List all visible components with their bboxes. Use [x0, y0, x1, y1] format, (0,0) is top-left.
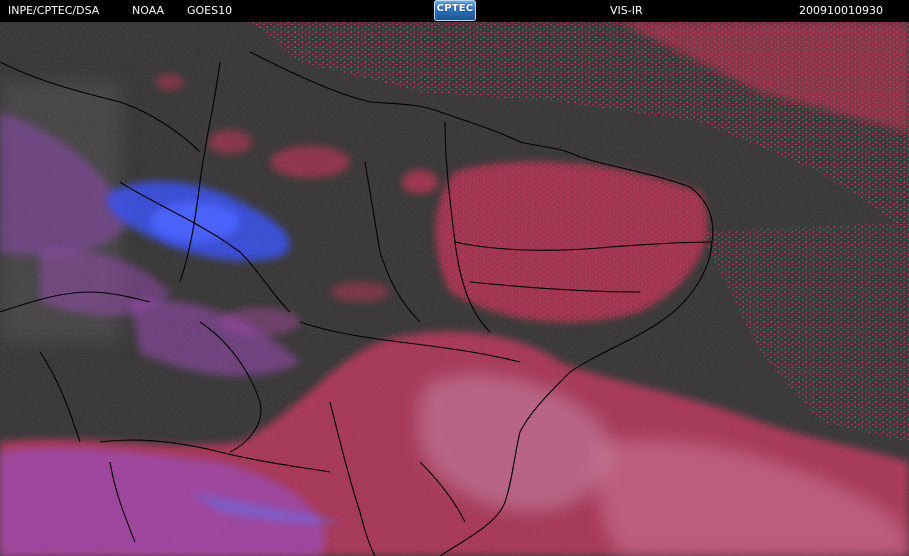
noaa-label: NOAA [132, 4, 165, 17]
satellite-image-svg [0, 22, 909, 556]
satellite-label: GOES10 [187, 4, 233, 17]
cptec-logo-icon: CPTEC [434, 0, 476, 21]
header-bar: INPE/CPTEC/DSA NOAA GOES10 CPTEC VIS-IR … [0, 0, 909, 22]
timestamp-label: 200910010930 [799, 4, 883, 17]
channel-label: VIS-IR [610, 4, 643, 17]
satellite-viewer: INPE/CPTEC/DSA NOAA GOES10 CPTEC VIS-IR … [0, 0, 909, 556]
texture-grain [0, 22, 909, 556]
logo-text: CPTEC [436, 3, 474, 14]
satellite-image[interactable] [0, 22, 909, 556]
agency-label: INPE/CPTEC/DSA [8, 4, 100, 17]
